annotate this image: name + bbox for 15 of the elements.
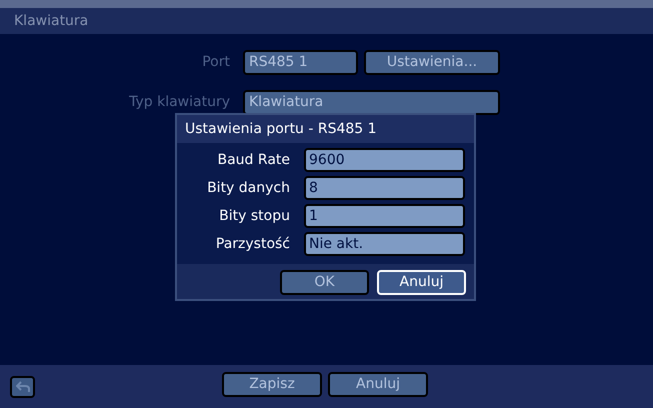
dropdown[interactable]: Nie akt. [304, 232, 465, 256]
dropdown[interactable]: 9600 [304, 148, 465, 172]
field-label: Bity danych [206, 178, 290, 198]
back-button[interactable] [10, 376, 35, 398]
dropdown[interactable]: 1 [304, 204, 465, 228]
dialog-button[interactable]: Anuluj [377, 270, 466, 295]
field-label: Parzystość [214, 234, 290, 254]
dialog-title: Ustawienia portu - RS485 1 [185, 120, 377, 138]
dropdown[interactable]: 8 [304, 176, 465, 200]
window-title: Klawiatura [14, 12, 88, 30]
field-label: Typ klawiatury [128, 93, 231, 112]
field-label: Port [201, 53, 231, 72]
field-label: Baud Rate [216, 150, 290, 170]
back-arrow-icon [16, 380, 30, 392]
field-label: Bity stopu [218, 206, 290, 226]
